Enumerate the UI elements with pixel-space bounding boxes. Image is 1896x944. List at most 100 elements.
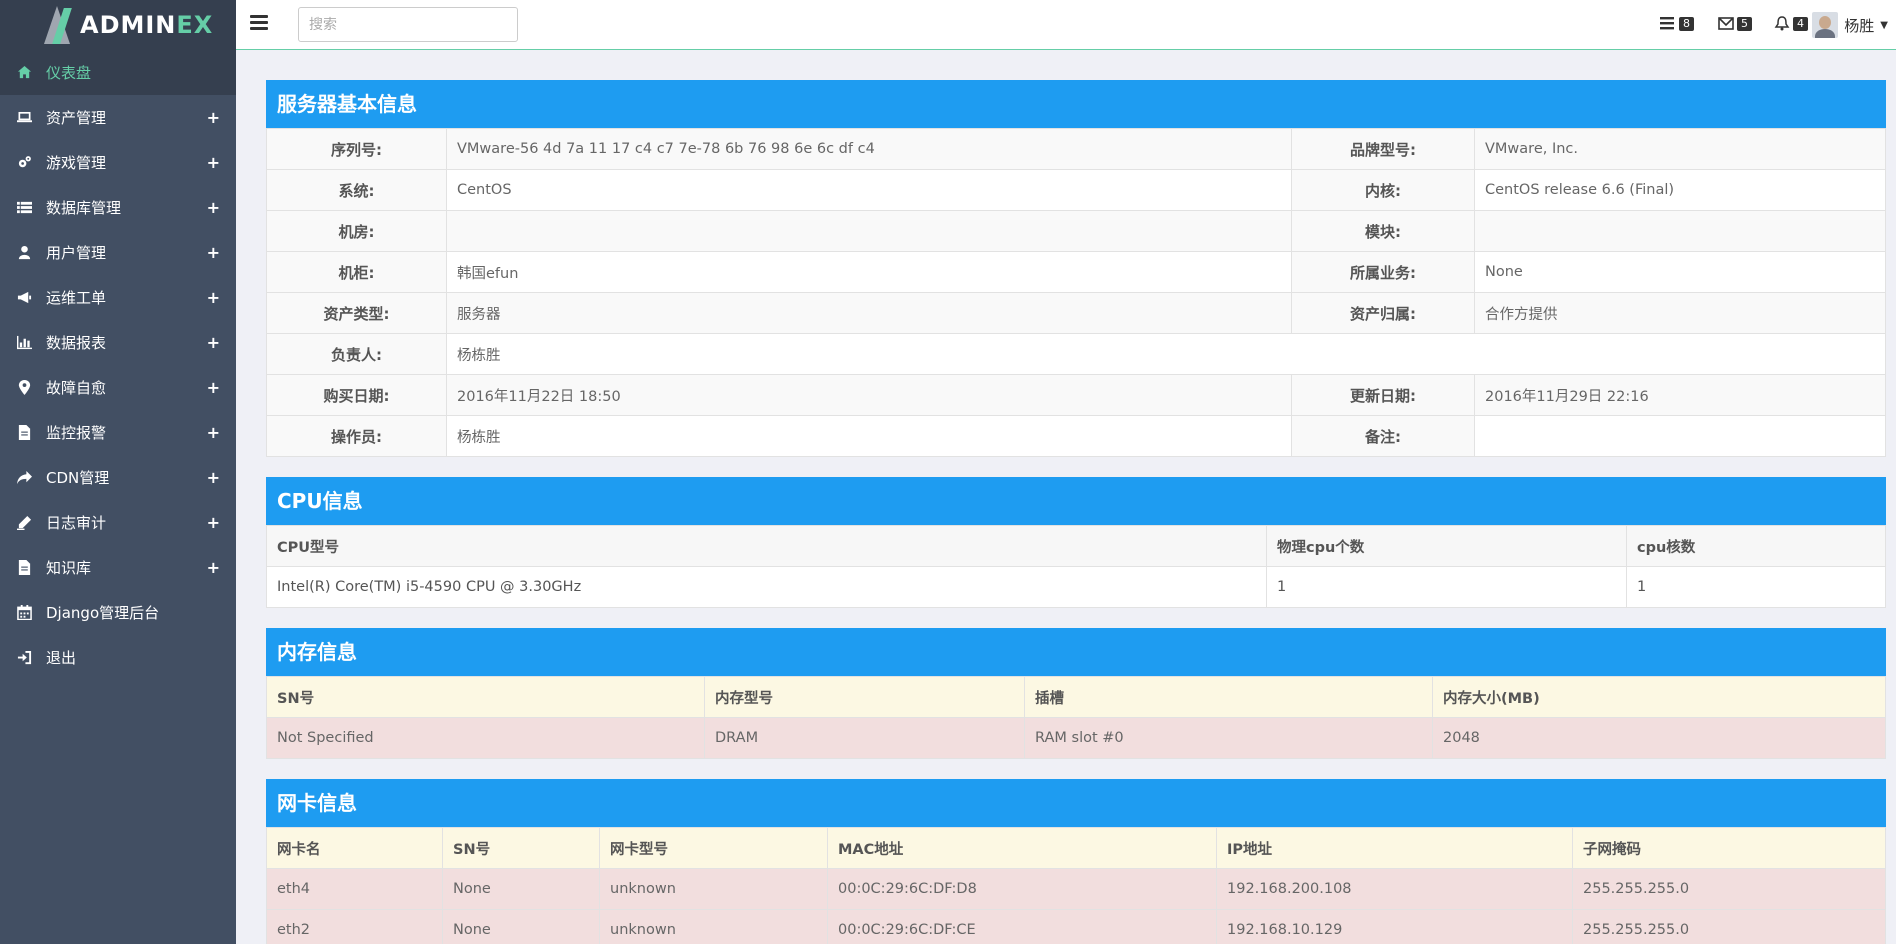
memory-info-title: 内存信息 (266, 628, 1886, 676)
expand-plus-icon[interactable]: + (207, 558, 220, 577)
pencil-icon (16, 515, 32, 531)
brand-name-part2: EX (176, 11, 214, 39)
table-row: eth2 None unknown 00:0C:29:6C:DF:CE 192.168.… (266, 909, 1886, 944)
table-cell: 00:0C:29:6C:DF:CE (827, 909, 1217, 944)
field-label: 更新日期: (1291, 374, 1475, 416)
field-label: 系统: (266, 169, 447, 211)
expand-plus-icon[interactable]: + (207, 198, 220, 217)
field-label: 负责人: (266, 333, 447, 375)
search-input[interactable] (298, 7, 518, 42)
mail-button[interactable]: 5 (1718, 16, 1752, 31)
sidebar-item-label: 知识库 (46, 559, 92, 577)
expand-plus-icon[interactable]: + (207, 108, 220, 127)
expand-plus-icon[interactable]: + (207, 333, 220, 352)
table-row: Intel(R) Core(TM) i5-4590 CPU @ 3.30GHz 1… (266, 566, 1886, 608)
sign-in-icon (16, 650, 32, 666)
table-row: 购买日期: 2016年11月22日 18:50 更新日期: 2016年11月29日 2… (266, 374, 1886, 416)
nic-info-table: 网卡名 SN号 网卡型号 MAC地址 IP地址 子网掩码 eth4 None unknown 0… (266, 827, 1886, 944)
field-value: None (1474, 251, 1886, 293)
sidebar-item-label: 数据报表 (46, 334, 107, 352)
field-label: 品牌型号: (1291, 128, 1475, 170)
sidebar-item-4[interactable]: 用户管理 + (0, 230, 236, 275)
tasks-count-badge: 8 (1679, 16, 1694, 31)
expand-plus-icon[interactable]: + (207, 243, 220, 262)
sidebar-item-label: 数据库管理 (46, 199, 122, 217)
home-icon (16, 65, 32, 81)
share-icon (16, 470, 32, 486)
expand-plus-icon[interactable]: + (207, 153, 220, 172)
table-row: 机柜: 韩国efun 所属业务: None (266, 251, 1886, 293)
table-row: eth4 None unknown 00:0C:29:6C:DF:D8 192.168.… (266, 868, 1886, 910)
user-icon (16, 245, 32, 261)
sidebar-item-11[interactable]: 知识库 + (0, 545, 236, 590)
field-value: CentOS release 6.6 (Final) (1474, 169, 1886, 211)
sidebar-item-7[interactable]: 故障自愈 + (0, 365, 236, 410)
expand-plus-icon[interactable]: + (207, 423, 220, 442)
caret-down-icon: ▼ (1880, 19, 1888, 31)
nic-info-panel: 网卡信息 网卡名 SN号 网卡型号 MAC地址 IP地址 子网掩码 eth4 None unk… (266, 779, 1886, 944)
table-cell: 00:0C:29:6C:DF:D8 (827, 868, 1217, 910)
field-value: CentOS (446, 169, 1292, 211)
username: 杨胜 (1844, 16, 1875, 35)
sidebar-item-10[interactable]: 日志审计 + (0, 500, 236, 545)
sidebar-item-label: 故障自愈 (46, 379, 107, 397)
column-header: 内存大小(MB) (1432, 676, 1886, 718)
table-cell: 255.255.255.0 (1572, 909, 1886, 944)
field-label: 备注: (1291, 415, 1475, 457)
sidebar-item-label: 运维工单 (46, 289, 107, 307)
sidebar-item-3[interactable]: 数据库管理 + (0, 185, 236, 230)
sidebar-item-0[interactable]: 仪表盘 (0, 50, 236, 95)
sidebar-item-label: 日志审计 (46, 514, 107, 532)
field-label: 所属业务: (1291, 251, 1475, 293)
tasks-button[interactable]: 8 (1660, 16, 1694, 31)
column-header: 网卡名 (266, 827, 443, 869)
table-cell: 192.168.10.129 (1216, 909, 1573, 944)
sidebar-item-13[interactable]: 退出 (0, 635, 236, 680)
column-header: CPU型号 (266, 525, 1267, 567)
field-value: 2016年11月22日 18:50 (446, 374, 1292, 416)
table-row: 系统: CentOS 内核: CentOS release 6.6 (Final) (266, 169, 1886, 211)
table-row: 操作员: 杨栋胜 备注: (266, 415, 1886, 457)
bell-icon (1774, 16, 1790, 31)
brand-name-part1: ADMIN (80, 11, 177, 39)
sidebar-item-8[interactable]: 监控报警 + (0, 410, 236, 455)
map-marker-icon (16, 380, 32, 396)
column-header: 网卡型号 (599, 827, 828, 869)
field-value: VMware-56 4d 7a 11 17 c4 c7 7e-78 6b 76 … (446, 128, 1292, 170)
sidebar-item-9[interactable]: CDN管理 + (0, 455, 236, 500)
sidebar-item-label: 仪表盘 (46, 64, 92, 82)
table-row: 负责人: 杨栋胜 (266, 333, 1886, 375)
user-menu[interactable]: 杨胜 ▼ (1812, 12, 1888, 38)
table-cell: RAM slot #0 (1024, 717, 1433, 759)
table-row: Not Specified DRAM RAM slot #0 2048 (266, 717, 1886, 759)
field-value: 2016年11月29日 22:16 (1474, 374, 1886, 416)
table-row: 机房: 模块: (266, 210, 1886, 252)
menu-toggle-icon[interactable] (250, 15, 268, 33)
sidebar-item-label: 监控报警 (46, 424, 107, 442)
column-header: IP地址 (1216, 827, 1573, 869)
sidebar-item-1[interactable]: 资产管理 + (0, 95, 236, 140)
field-value: VMware, Inc. (1474, 128, 1886, 170)
sidebar-item-6[interactable]: 数据报表 + (0, 320, 236, 365)
sidebar-item-12[interactable]: Django管理后台 (0, 590, 236, 635)
sidebar-item-label: 资产管理 (46, 109, 107, 127)
expand-plus-icon[interactable]: + (207, 378, 220, 397)
table-cell: DRAM (704, 717, 1025, 759)
table-cell: 192.168.200.108 (1216, 868, 1573, 910)
table-cell: 255.255.255.0 (1572, 868, 1886, 910)
column-header: 子网掩码 (1572, 827, 1886, 869)
sidebar-item-2[interactable]: 游戏管理 + (0, 140, 236, 185)
column-header: 插槽 (1024, 676, 1433, 718)
expand-plus-icon[interactable]: + (207, 513, 220, 532)
notifications-button[interactable]: 4 (1774, 16, 1808, 31)
expand-plus-icon[interactable]: + (207, 468, 220, 487)
field-label: 资产归属: (1291, 292, 1475, 334)
sidebar-item-5[interactable]: 运维工单 + (0, 275, 236, 320)
table-cell: unknown (599, 909, 828, 944)
column-header: SN号 (266, 676, 705, 718)
brand-logo[interactable]: ADMIN EX (0, 0, 236, 50)
logo-mark-icon (40, 4, 72, 46)
field-value (1474, 210, 1886, 252)
expand-plus-icon[interactable]: + (207, 288, 220, 307)
field-label: 资产类型: (266, 292, 447, 334)
